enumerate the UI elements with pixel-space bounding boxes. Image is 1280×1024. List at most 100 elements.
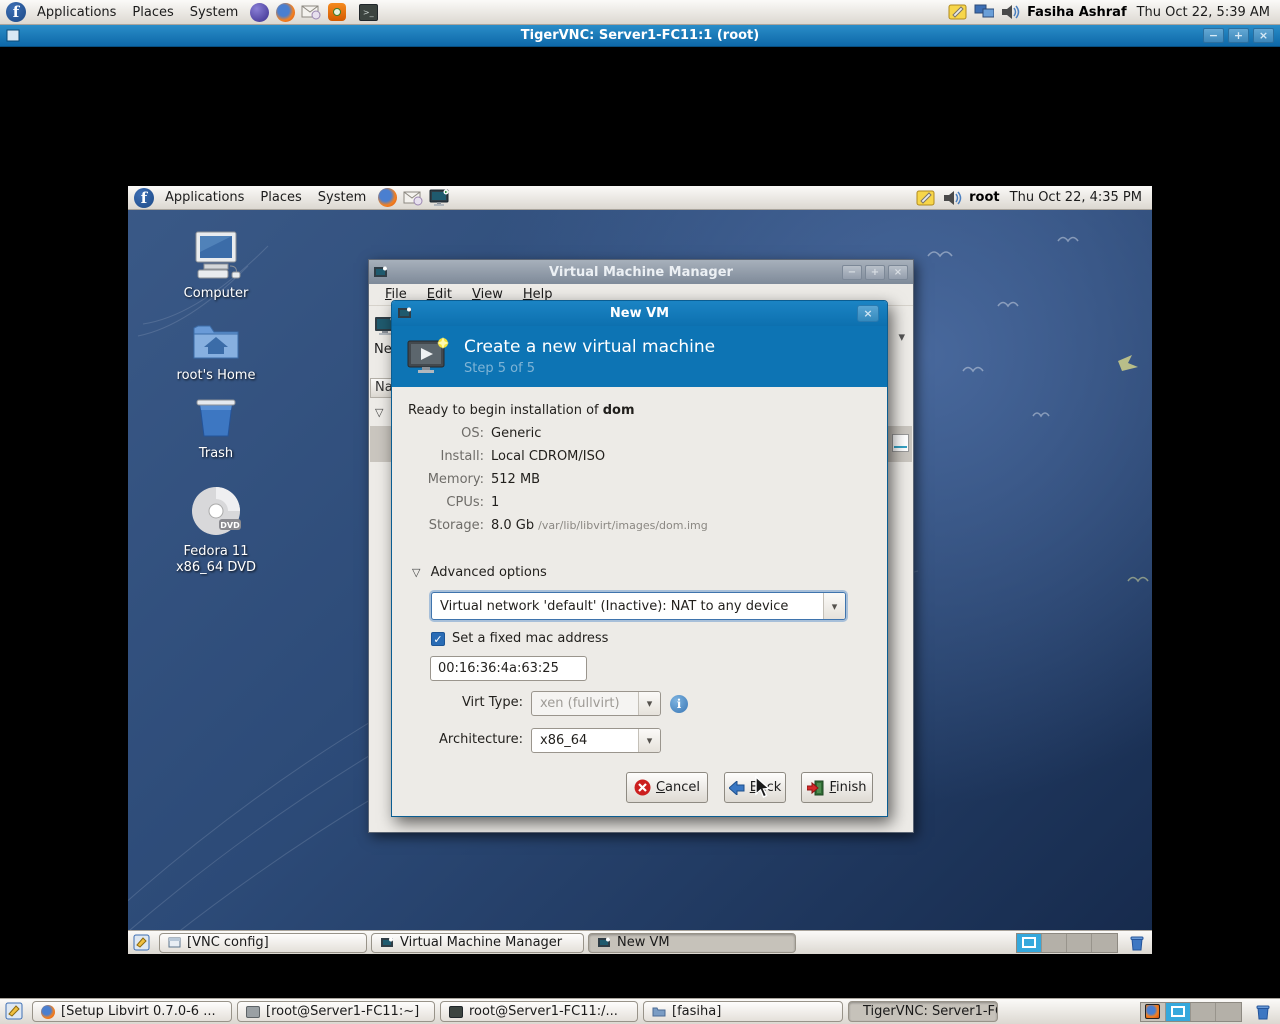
chevron-down-icon: ▾ — [823, 593, 845, 619]
eclipse-launcher-icon[interactable] — [249, 2, 269, 22]
host-menu-system[interactable]: System — [182, 2, 246, 23]
vnc-window-titlebar[interactable]: TigerVNC: Server1-FC11:1 (root) − + × — [0, 25, 1280, 47]
summary-row-install: Install: Local CDROM/ISO — [440, 449, 606, 464]
taskbar-item-new-vm[interactable]: New VM — [588, 932, 796, 953]
remote-clock[interactable]: Thu Oct 22, 4:35 PM — [1004, 190, 1152, 205]
remote-volume-tray-icon[interactable] — [942, 188, 962, 208]
taskbar-item-vnc-config[interactable]: [VNC config] — [159, 932, 367, 953]
back-arrow-icon — [728, 780, 745, 795]
summary-row-os: OS: Generic — [461, 426, 542, 441]
remote-menu-places[interactable]: Places — [252, 187, 309, 208]
host-clock[interactable]: Thu Oct 22, 5:39 AM — [1131, 5, 1280, 20]
notes-tray-icon[interactable] — [948, 2, 968, 22]
host-top-panel: f Applications Places System >_ Fasiha A… — [0, 0, 1280, 25]
remote-mail-launcher-icon[interactable] — [403, 188, 423, 208]
vmm-selected-row-end[interactable] — [888, 426, 912, 462]
vmm-title: Virtual Machine Manager — [549, 264, 733, 280]
remote-desktop: f Applications Places System root Thu Oc… — [128, 186, 1152, 954]
host-menu-places[interactable]: Places — [124, 2, 181, 23]
remote-username[interactable]: root — [965, 190, 1004, 205]
remote-notes-tray-icon[interactable] — [916, 188, 936, 208]
new-vm-close-button[interactable]: × — [857, 305, 879, 322]
vmm-titlebar[interactable]: Virtual Machine Manager − + × — [369, 260, 913, 284]
mouse-cursor — [755, 776, 771, 798]
host-task-tigervnc[interactable]: TigerVNC: Server1-FC... — [848, 1001, 998, 1022]
vnc-viewport: f Applications Places System root Thu Oc… — [0, 47, 1280, 998]
new-vm-titlebar[interactable]: New VM × — [392, 301, 887, 326]
host-workspace-3[interactable] — [1191, 1002, 1216, 1021]
virt-type-select: xen (fullvirt) ▾ — [531, 691, 661, 716]
new-vm-dialog: New VM × Create a new virtual machine St… — [391, 300, 888, 817]
vnc-minimize-button[interactable]: − — [1203, 28, 1224, 43]
host-task-fasiha[interactable]: [fasiha] — [643, 1001, 843, 1022]
workspace-2[interactable] — [1042, 933, 1067, 952]
advanced-options-expander[interactable]: ▽ Advanced options — [412, 565, 547, 580]
desktop-icon-home[interactable]: root's Home — [158, 320, 274, 384]
remote-menu-applications[interactable]: Applications — [157, 187, 252, 208]
remote-virt-manager-launcher-icon[interactable] — [429, 188, 449, 208]
vnc-maximize-button[interactable]: + — [1228, 28, 1249, 43]
network-tray-icon[interactable] — [974, 2, 995, 22]
desktop-icon-computer[interactable]: Computer — [158, 230, 274, 302]
host-show-desktop-icon[interactable] — [5, 1002, 24, 1021]
mac-checkbox-label: Set a fixed mac address — [452, 631, 609, 646]
show-desktop-icon[interactable] — [133, 934, 151, 952]
storage-path: /var/lib/libvirt/images/dom.img — [538, 519, 708, 532]
info-icon[interactable]: i — [670, 695, 688, 713]
summary-row-cpus: CPUs: 1 — [446, 495, 500, 510]
workspace-3[interactable] — [1067, 933, 1092, 952]
vmm-new-button-label[interactable]: Ne — [374, 342, 392, 357]
desktop-icon-trash[interactable]: Trash — [158, 394, 274, 462]
host-workspace-4[interactable] — [1216, 1002, 1241, 1021]
cancel-button[interactable]: Cancel — [626, 772, 708, 803]
vmm-toolbar-chevron-icon[interactable]: ▾ — [898, 330, 905, 345]
workspace-4[interactable] — [1092, 933, 1117, 952]
mail-launcher-icon[interactable] — [301, 2, 321, 22]
vmm-row-expander[interactable]: ▽ — [375, 406, 383, 419]
folder-icon — [652, 1007, 666, 1017]
architecture-select[interactable]: x86_64 ▾ — [531, 728, 661, 753]
fedora-menu-icon[interactable]: f — [6, 2, 26, 22]
vmm-close-button[interactable]: × — [888, 264, 908, 280]
trash-icon — [196, 399, 236, 437]
remote-menu-system[interactable]: System — [310, 187, 374, 208]
remote-taskbar: [VNC config] Virtual Machine Manager New… — [128, 930, 1152, 954]
vnc-close-button[interactable]: × — [1253, 28, 1274, 43]
workspace-1[interactable] — [1017, 933, 1042, 952]
vmm-maximize-button[interactable]: + — [865, 264, 885, 280]
remote-firefox-launcher-icon[interactable] — [377, 188, 397, 208]
vnc-window-title: TigerVNC: Server1-FC11:1 (root) — [520, 28, 760, 43]
vmm-window-icon — [374, 266, 387, 277]
finish-button[interactable]: Finish — [801, 772, 873, 803]
host-task-terminal-1[interactable]: [root@Server1-FC11:~] — [237, 1001, 435, 1022]
taskbar-trash-icon[interactable] — [1128, 934, 1146, 952]
remote-top-panel: f Applications Places System root Thu Oc… — [128, 186, 1152, 210]
virt-type-label: Virt Type: — [461, 695, 523, 710]
host-menu-applications[interactable]: Applications — [29, 2, 124, 23]
host-taskbar: [Setup Libvirt 0.7.0-6 ... [root@Server1… — [0, 998, 1280, 1024]
taskbar-item-vmm[interactable]: Virtual Machine Manager — [371, 932, 584, 953]
new-vm-header-icon — [407, 336, 449, 373]
computer-icon — [195, 231, 241, 279]
cancel-icon — [634, 779, 651, 796]
chevron-down-icon: ▾ — [638, 692, 660, 715]
mac-address-input[interactable] — [430, 656, 587, 681]
summary-row-storage: Storage: 8.0 Gb/var/lib/libvirt/images/do… — [428, 518, 708, 533]
host-task-terminal-2[interactable]: root@Server1-FC11:/... — [440, 1001, 638, 1022]
mac-checkbox-row[interactable]: ✓ Set a fixed mac address — [431, 631, 608, 646]
terminal-launcher-icon[interactable]: >_ — [358, 2, 378, 22]
remote-fedora-menu-icon[interactable]: f — [134, 187, 154, 208]
host-task-setup-libvirt[interactable]: [Setup Libvirt 0.7.0-6 ... — [32, 1001, 232, 1022]
selinux-alert-icon[interactable] — [327, 2, 347, 22]
vmm-minimize-button[interactable]: − — [842, 264, 862, 280]
host-workspace-2[interactable] — [1166, 1002, 1191, 1021]
host-trash-icon[interactable] — [1254, 1003, 1272, 1021]
volume-tray-icon[interactable] — [1000, 2, 1020, 22]
window-icon — [168, 937, 181, 948]
network-select[interactable]: Virtual network 'default' (Inactive): NA… — [431, 592, 846, 620]
host-workspace-1[interactable] — [1141, 1002, 1166, 1021]
desktop-icon-dvd[interactable]: DVD Fedora 11 x86_64 DVD — [158, 486, 274, 576]
host-username[interactable]: Fasiha Ashraf — [1023, 5, 1131, 20]
firefox-launcher-icon[interactable] — [275, 2, 295, 22]
mac-checkbox[interactable]: ✓ — [431, 631, 445, 646]
